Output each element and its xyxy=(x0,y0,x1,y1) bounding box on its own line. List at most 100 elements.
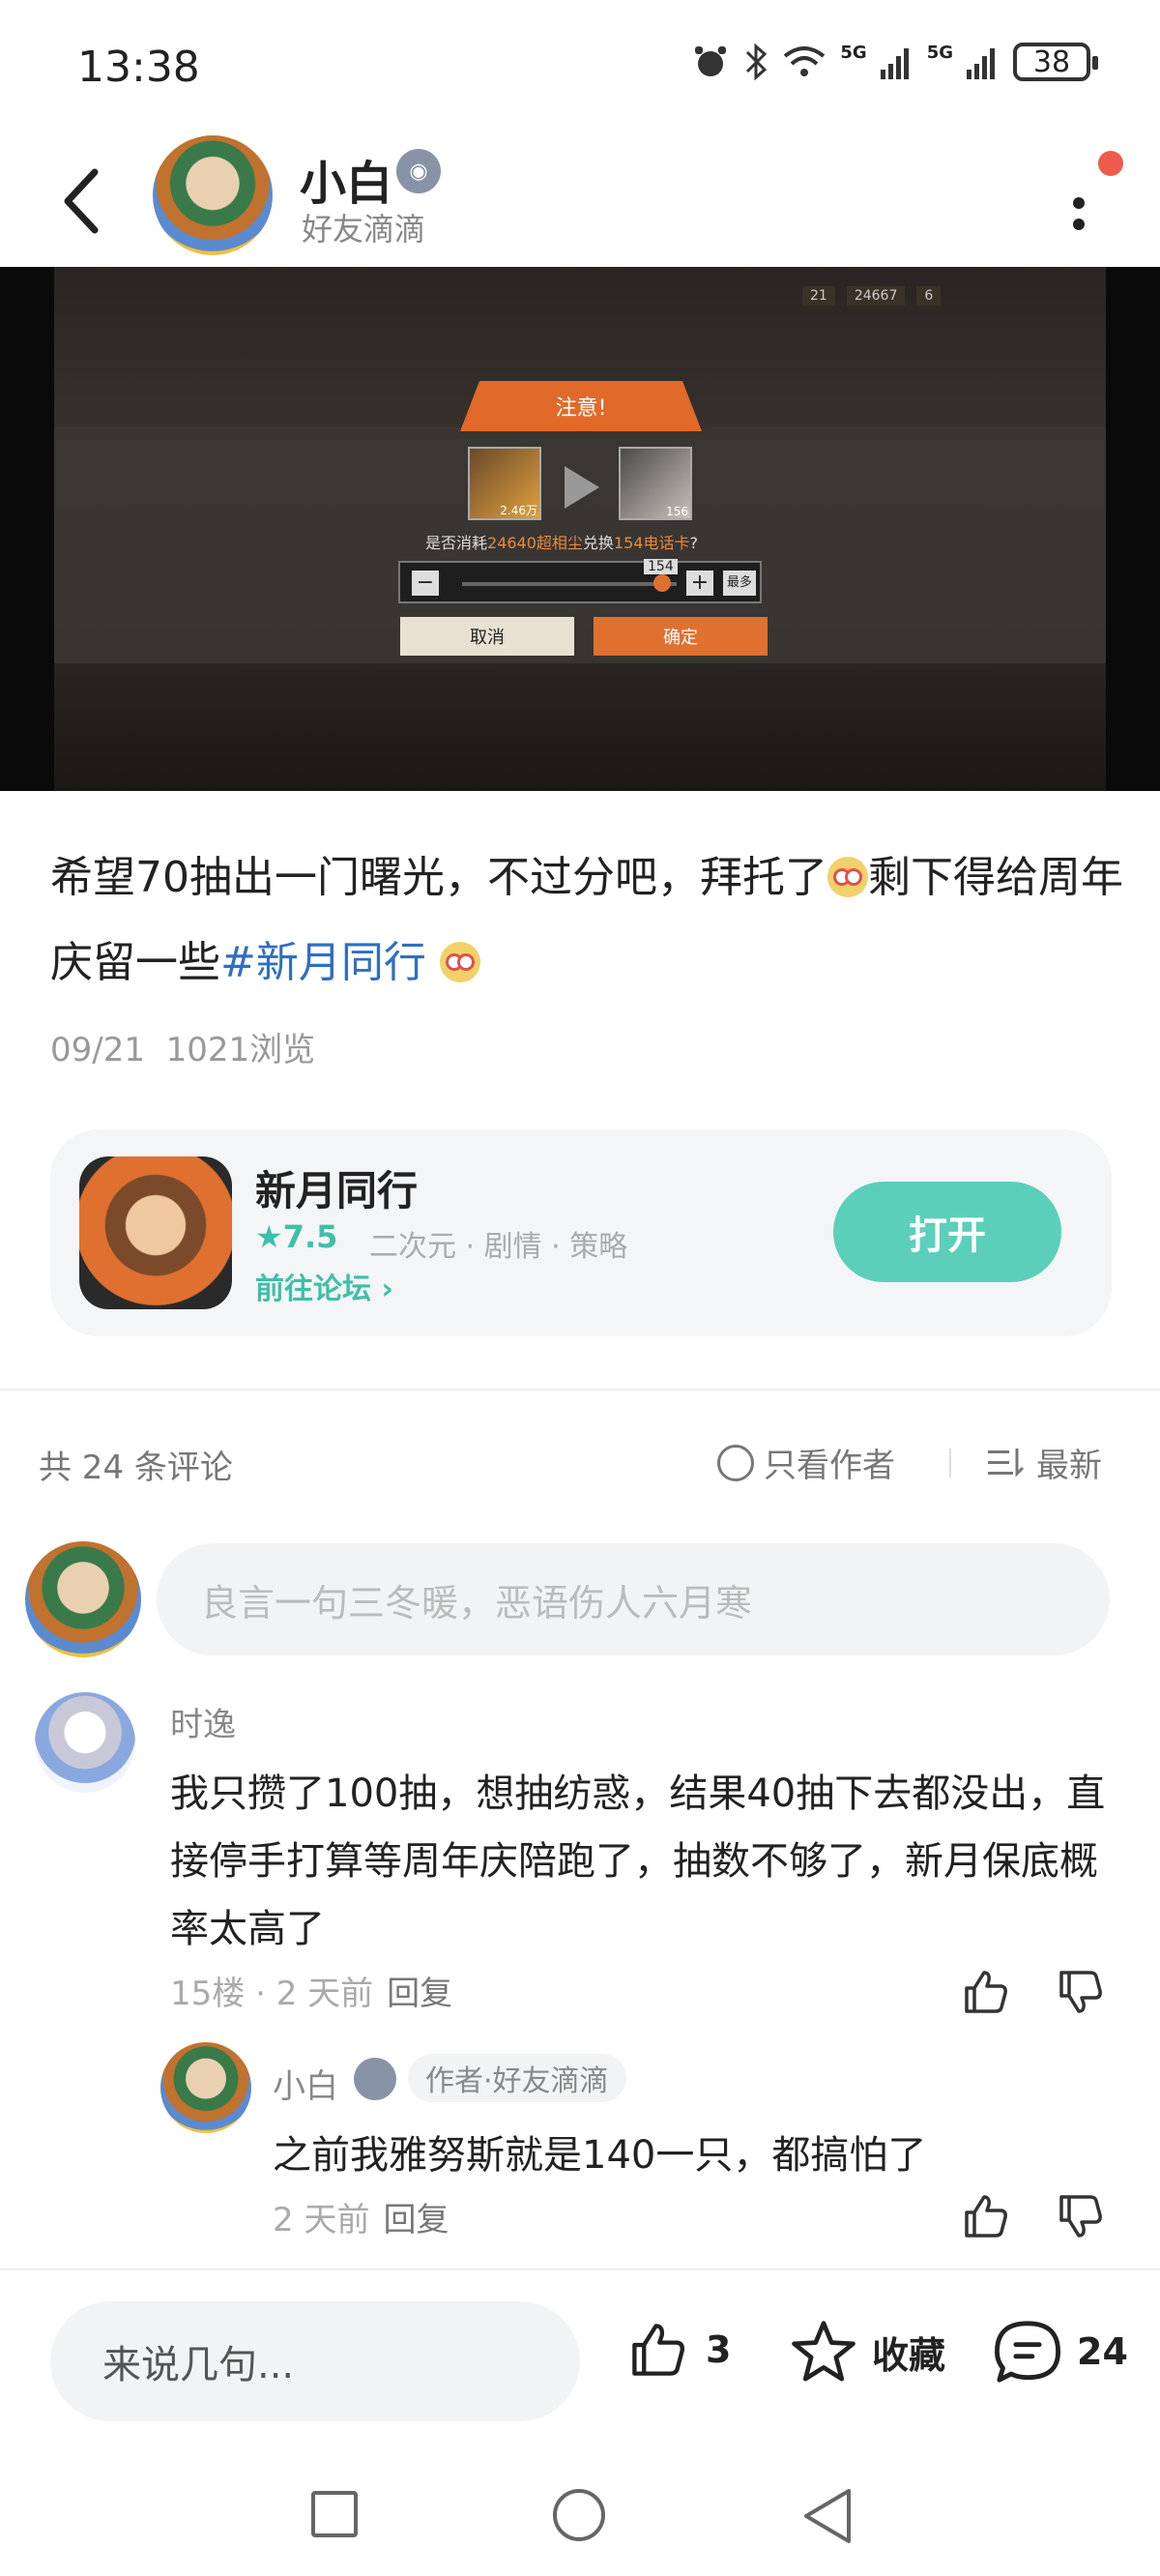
dizzy-emoji-icon xyxy=(439,942,480,982)
thumbs-up-icon xyxy=(632,2324,684,2376)
comment-meta: 15楼 · 2 天前 回复 xyxy=(170,1975,453,2013)
reply-time: 2 天前 xyxy=(273,2201,370,2239)
dialog-cancel-button: 取消 xyxy=(400,617,574,656)
bluetooth-icon xyxy=(746,43,768,81)
home-icon[interactable] xyxy=(553,2489,605,2541)
hud-value-2: 24667 xyxy=(846,286,906,306)
slider-track xyxy=(462,582,677,586)
comments-button[interactable]: 24 xyxy=(992,2319,1128,2385)
open-game-button[interactable]: 打开 xyxy=(833,1182,1061,1282)
post-image[interactable]: 21 24667 6 注意! 2.46万 156 是否消耗24640超相尘兑换1… xyxy=(0,267,1160,791)
section-divider xyxy=(0,1389,1160,1390)
convert-arrow-icon xyxy=(565,466,599,509)
thumbs-up-icon[interactable] xyxy=(961,2191,1011,2241)
comment-text: 我只攒了100抽，想抽纺惑，结果40抽下去都没出，直接停手打算等周年庆陪跑了，抽… xyxy=(170,1771,1106,1951)
like-button[interactable]: 3 xyxy=(624,2319,731,2381)
sort-label: 最新 xyxy=(1036,1447,1102,1485)
nav-back-icon[interactable] xyxy=(798,2485,856,2547)
gamepad-badge-icon xyxy=(354,2058,396,2100)
notification-dot xyxy=(1098,151,1123,176)
signal-icon xyxy=(967,48,995,79)
wifi-icon xyxy=(784,46,826,76)
sort-list-icon xyxy=(988,1448,1025,1478)
thumbs-up-icon[interactable] xyxy=(961,1967,1011,2017)
chat-bubble-icon xyxy=(995,2321,1060,2383)
status-time: 13:38 xyxy=(77,43,200,92)
comment-count-button: 24 xyxy=(1077,2330,1128,2373)
prompt-mid: 兑换 xyxy=(582,534,614,552)
comment-time: 2 天前 xyxy=(276,1975,374,2013)
author-name[interactable]: 小白 xyxy=(300,145,392,213)
star-icon xyxy=(792,2321,856,2382)
collect-button[interactable]: 收藏 xyxy=(789,2319,945,2385)
reply-meta: 2 天前 回复 xyxy=(273,2193,449,2240)
author-tag: 作者·好友滴滴 xyxy=(408,2054,626,2102)
reply-text: 之前我雅努斯就是140一只，都搞怕了 xyxy=(273,2133,927,2178)
prompt-suffix: ? xyxy=(689,534,698,552)
like-count: 3 xyxy=(706,2328,732,2371)
author-subtitle: 好友滴滴 xyxy=(302,211,426,248)
prompt-amount: 24640超相尘 xyxy=(487,534,583,552)
collect-label: 收藏 xyxy=(872,2333,946,2377)
minus-icon: − xyxy=(412,571,439,596)
only-author-label: 只看作者 xyxy=(764,1447,895,1485)
comment-reply-button[interactable]: 回复 xyxy=(387,1975,452,2013)
hashtag-link[interactable]: #新月同行 xyxy=(220,938,426,987)
reply-author-avatar[interactable] xyxy=(160,2042,251,2133)
sort-toggle[interactable]: 最新 xyxy=(986,1439,1102,1486)
game-card[interactable]: 新月同行 ★7.5 二次元 · 剧情 · 策略 前往论坛 › 打开 xyxy=(50,1129,1112,1336)
filter-separator xyxy=(949,1449,951,1478)
battery-icon: 38 xyxy=(1013,43,1098,81)
recents-icon[interactable] xyxy=(311,2491,358,2537)
item-dust-icon: 2.46万 xyxy=(468,447,541,520)
commenter-name[interactable]: 时逸 xyxy=(170,1698,236,1745)
post-meta: 09/21 1021浏览 xyxy=(50,1023,315,1070)
commenter-avatar[interactable] xyxy=(35,1692,135,1793)
dialog-confirm-button: 确定 xyxy=(594,617,768,656)
comment-floor: 15楼 xyxy=(170,1975,246,2013)
game-tags: 二次元 · 剧情 · 策略 xyxy=(369,1230,628,1264)
back-arrow-icon[interactable] xyxy=(58,164,104,238)
comment-input[interactable]: 良言一句三冬暖，恶语伤人六月寒 xyxy=(157,1543,1110,1655)
signal-icon xyxy=(880,48,909,79)
game-app-icon xyxy=(79,1156,232,1309)
slider-value: 154 xyxy=(644,559,678,574)
item2-count: 156 xyxy=(666,505,688,518)
dizzy-emoji-icon xyxy=(827,857,868,897)
author-avatar[interactable] xyxy=(153,135,273,255)
thumbs-down-icon[interactable] xyxy=(1056,2191,1106,2241)
post-text-1: 希望70抽出一门曙光，不过分吧，拜托了 xyxy=(50,853,827,902)
max-button: 最多 xyxy=(723,571,756,596)
system-nav-bar xyxy=(0,2425,1160,2576)
game-name: 新月同行 xyxy=(255,1167,419,1215)
slider-knob xyxy=(653,574,671,592)
game-hud: 21 24667 6 xyxy=(802,282,1092,309)
post-body: 希望70抽出一门曙光，不过分吧，拜托了 剩下得给周年庆留一些#新月同行 xyxy=(50,835,1123,1006)
dialog-title: 注意! xyxy=(460,381,702,431)
quantity-slider: − 154 + 最多 xyxy=(398,559,762,603)
quick-comment-input[interactable]: 来说几句... xyxy=(50,2301,580,2421)
item-phonecard-icon: 156 xyxy=(619,447,692,520)
comment-count: 共 24 条评论 xyxy=(39,1449,233,1487)
plus-icon: + xyxy=(686,571,713,596)
status-bar: 13:38 5G 5G 38 xyxy=(0,0,1160,135)
forum-link[interactable]: 前往论坛 › xyxy=(255,1265,393,1307)
prompt-prefix: 是否消耗 xyxy=(425,534,488,552)
status-icons: 5G 5G 38 xyxy=(691,43,1098,81)
bottom-action-bar: 来说几句... 3 收藏 24 xyxy=(0,2269,1160,2425)
hud-value-1: 21 xyxy=(802,286,835,306)
reply-author-name[interactable]: 小白 xyxy=(273,2060,338,2107)
prompt-target: 154电话卡 xyxy=(613,534,690,552)
more-options-icon[interactable] xyxy=(1063,172,1102,249)
signal-label-1: 5G xyxy=(840,43,867,63)
thumbs-down-icon[interactable] xyxy=(1056,1967,1106,2017)
dialog-prompt: 是否消耗24640超相尘兑换154电话卡? xyxy=(425,530,698,553)
reply-reply-button[interactable]: 回复 xyxy=(383,2201,449,2239)
my-avatar xyxy=(25,1541,141,1657)
hud-value-3: 6 xyxy=(916,286,942,306)
gamepad-badge-icon: ◉ xyxy=(396,149,441,193)
only-author-toggle[interactable]: 只看作者 xyxy=(717,1439,895,1486)
radio-circle-icon xyxy=(717,1444,754,1481)
item1-count: 2.46万 xyxy=(500,504,537,517)
game-rating: ★7.5 xyxy=(255,1218,338,1255)
